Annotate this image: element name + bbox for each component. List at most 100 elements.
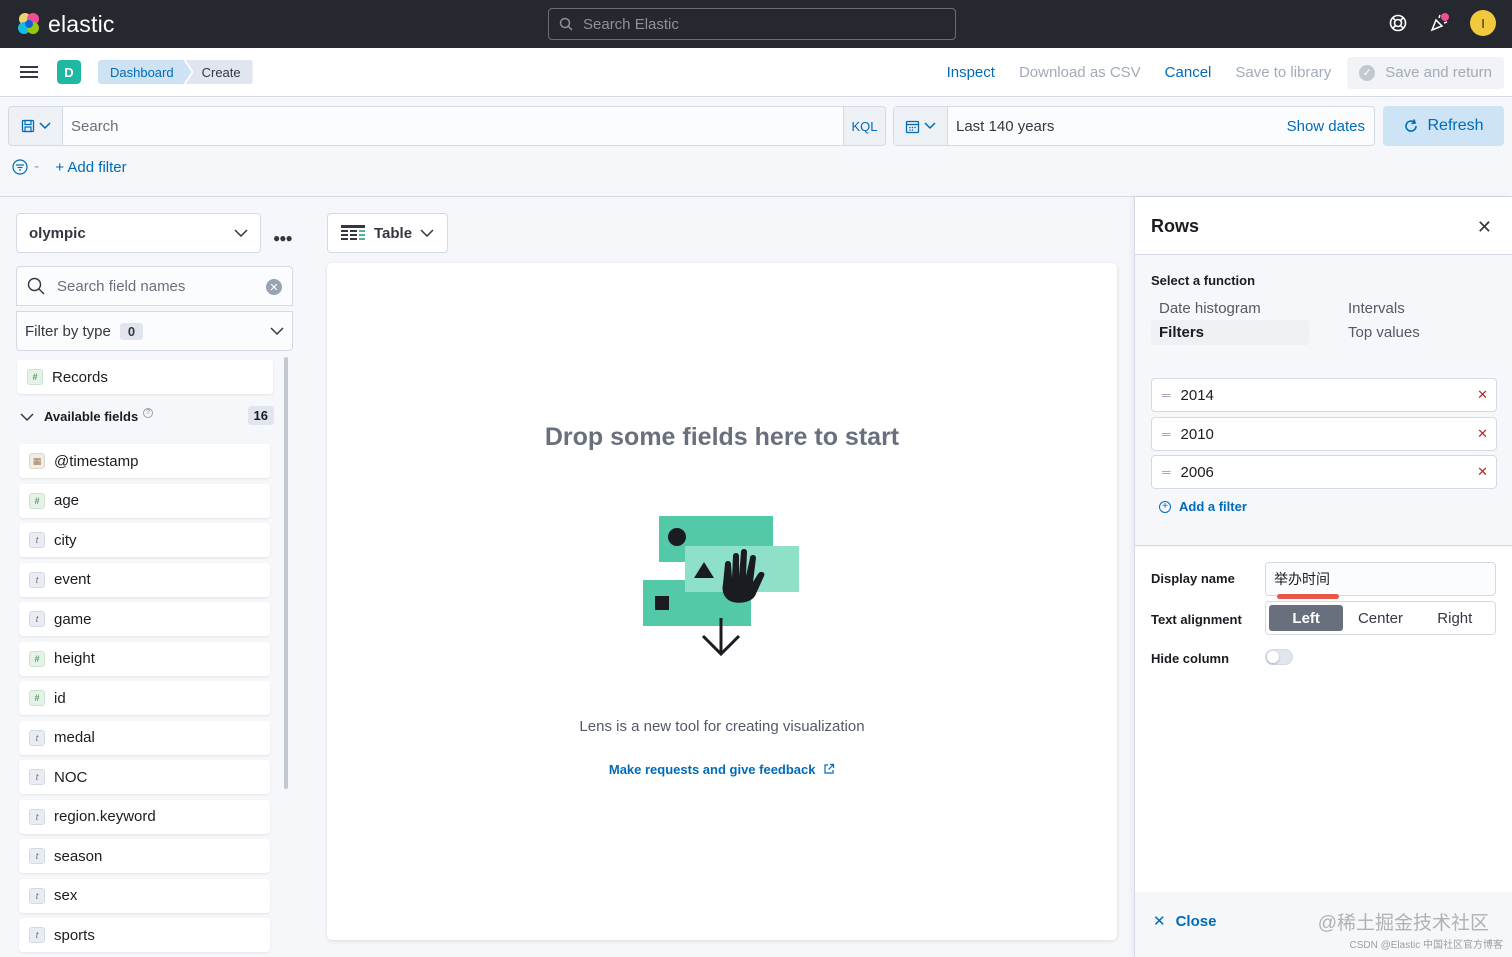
menu-icon[interactable]	[20, 63, 38, 81]
align-left-button[interactable]: Left	[1269, 605, 1344, 631]
add-filter-link-label: Add a filter	[1179, 499, 1247, 514]
string-type-icon: t	[29, 769, 45, 785]
string-type-icon: t	[29, 887, 45, 904]
space-avatar[interactable]: D	[57, 60, 81, 84]
elastic-logo[interactable]: elastic	[16, 11, 115, 38]
close-button[interactable]: ✕ Close	[1153, 912, 1217, 931]
help-icon[interactable]: ?	[143, 407, 154, 418]
more-options-icon[interactable]: ●●●	[273, 231, 293, 245]
save-icon	[21, 119, 34, 133]
field-name: Records	[52, 368, 108, 386]
search-icon	[559, 17, 573, 31]
date-range-text[interactable]: Last 140 years	[948, 107, 1287, 145]
available-fields-count: 16	[247, 406, 274, 425]
filter-item[interactable]: ═ 2006 ✕	[1151, 455, 1497, 489]
remove-filter-icon[interactable]: ✕	[1477, 387, 1488, 403]
field-item[interactable]: ▦ @timestamp	[19, 444, 270, 478]
chevron-down-icon	[270, 327, 284, 336]
select-function-label: Select a function	[1151, 273, 1256, 288]
newsfeed-icon[interactable]	[1428, 12, 1450, 34]
dimension-editor-flyout: Rows ✕ Select a function Date histogram …	[1134, 197, 1512, 957]
function-date-histogram[interactable]: Date histogram	[1159, 300, 1261, 317]
refresh-button[interactable]: Refresh	[1383, 106, 1504, 146]
save-to-library-button[interactable]: Save to library	[1235, 64, 1331, 81]
query-bar: Search KQL	[8, 106, 886, 146]
query-placeholder: Search	[71, 117, 119, 135]
global-search-input[interactable]: Search Elastic	[548, 8, 956, 40]
field-item[interactable]: t season	[19, 839, 270, 873]
saved-query-button[interactable]	[8, 106, 62, 146]
field-item[interactable]: t event	[19, 562, 270, 597]
show-dates-link[interactable]: Show dates	[1287, 107, 1374, 145]
annotation-underline	[1277, 594, 1339, 599]
index-pattern-name: olympic	[29, 224, 86, 242]
hide-column-toggle[interactable]	[1265, 649, 1293, 665]
check-circle-icon: ✓	[1359, 64, 1376, 81]
field-item[interactable]: # id	[19, 681, 270, 715]
drop-zone[interactable]: Drop some fields here to start Lens is a…	[327, 263, 1117, 940]
quick-select-button[interactable]	[894, 107, 948, 145]
field-item[interactable]: t game	[19, 602, 270, 636]
available-fields-header[interactable]: Available fields ? 16	[20, 406, 274, 425]
kql-language-toggle[interactable]: KQL	[844, 106, 886, 146]
function-top-values[interactable]: Top values	[1348, 324, 1420, 341]
field-item[interactable]: t sports	[19, 918, 270, 952]
available-fields-label: Available fields	[44, 409, 139, 424]
chevron-down-icon	[420, 229, 434, 237]
remove-filter-icon[interactable]: ✕	[1477, 426, 1488, 442]
field-item[interactable]: t NOC	[19, 760, 270, 794]
download-csv-button[interactable]: Download as CSV	[1019, 64, 1141, 81]
align-right-button[interactable]: Right	[1418, 605, 1492, 631]
field-list-sidebar: olympic ●●● Search field names ✕ Filter …	[0, 197, 309, 957]
field-item[interactable]: t sex	[19, 878, 270, 913]
index-pattern-select[interactable]: olympic	[16, 213, 261, 253]
filter-bar: - + Add filter	[12, 158, 127, 176]
filter-icon[interactable]	[12, 159, 28, 175]
field-name: sex	[54, 887, 78, 904]
field-list-scrollbar[interactable]	[284, 357, 288, 789]
field-item[interactable]: t city	[19, 523, 270, 557]
field-name: @timestamp	[54, 452, 139, 470]
query-search-input[interactable]: Search	[62, 106, 844, 146]
drag-handle-icon[interactable]: ═	[1162, 465, 1171, 479]
add-filter-button[interactable]: + Add filter	[55, 159, 126, 176]
add-filter-link[interactable]: + Add a filter	[1159, 499, 1247, 514]
field-records[interactable]: # Records	[17, 360, 273, 394]
save-and-return-button[interactable]: ✓ Save and return	[1347, 56, 1504, 89]
filter-by-type-button[interactable]: Filter by type 0	[16, 311, 293, 351]
inspect-button[interactable]: Inspect	[947, 64, 995, 81]
drag-handle-icon[interactable]: ═	[1162, 388, 1171, 402]
function-filters[interactable]: Filters	[1151, 320, 1309, 345]
field-name: game	[54, 610, 92, 628]
filter-item[interactable]: ═ 2014 ✕	[1151, 378, 1497, 412]
filter-type-count: 0	[119, 322, 144, 340]
cancel-button[interactable]: Cancel	[1165, 64, 1212, 81]
chart-type-switcher[interactable]: Table	[327, 213, 448, 253]
align-center-button[interactable]: Center	[1343, 605, 1417, 631]
refresh-label: Refresh	[1427, 117, 1484, 134]
field-item[interactable]: t medal	[19, 720, 270, 755]
field-item[interactable]: t region.keyword	[19, 799, 270, 834]
flyout-footer: ✕ Close @稀土掘金技术社区 CSDN @Elastic 中国社区官方博客	[1135, 892, 1512, 957]
help-icon[interactable]	[1388, 13, 1408, 33]
display-name-input[interactable]: 举办时间	[1265, 562, 1496, 596]
drag-handle-icon[interactable]: ═	[1162, 427, 1171, 441]
close-label: Close	[1175, 912, 1217, 930]
remove-filter-icon[interactable]: ✕	[1477, 464, 1488, 480]
clear-icon[interactable]: ✕	[266, 279, 282, 295]
function-intervals[interactable]: Intervals	[1348, 300, 1405, 317]
date-picker: Last 140 years Show dates	[893, 106, 1375, 146]
field-search-input[interactable]: Search field names ✕	[16, 266, 293, 306]
feedback-link[interactable]: Make requests and give feedback	[327, 762, 1117, 777]
field-item[interactable]: # height	[19, 641, 270, 676]
field-item[interactable]: # age	[19, 483, 270, 518]
refresh-icon	[1405, 119, 1418, 132]
filter-value: 2006	[1180, 463, 1214, 481]
elastic-logo-icon	[18, 13, 39, 34]
plus-circle-icon: +	[1159, 500, 1171, 513]
user-avatar[interactable]: I	[1470, 10, 1496, 36]
close-icon[interactable]: ✕	[1477, 217, 1492, 238]
filter-item[interactable]: ═ 2010 ✕	[1151, 417, 1497, 451]
breadcrumb-dashboard[interactable]: Dashboard	[98, 60, 192, 84]
field-name: NOC	[54, 768, 88, 786]
